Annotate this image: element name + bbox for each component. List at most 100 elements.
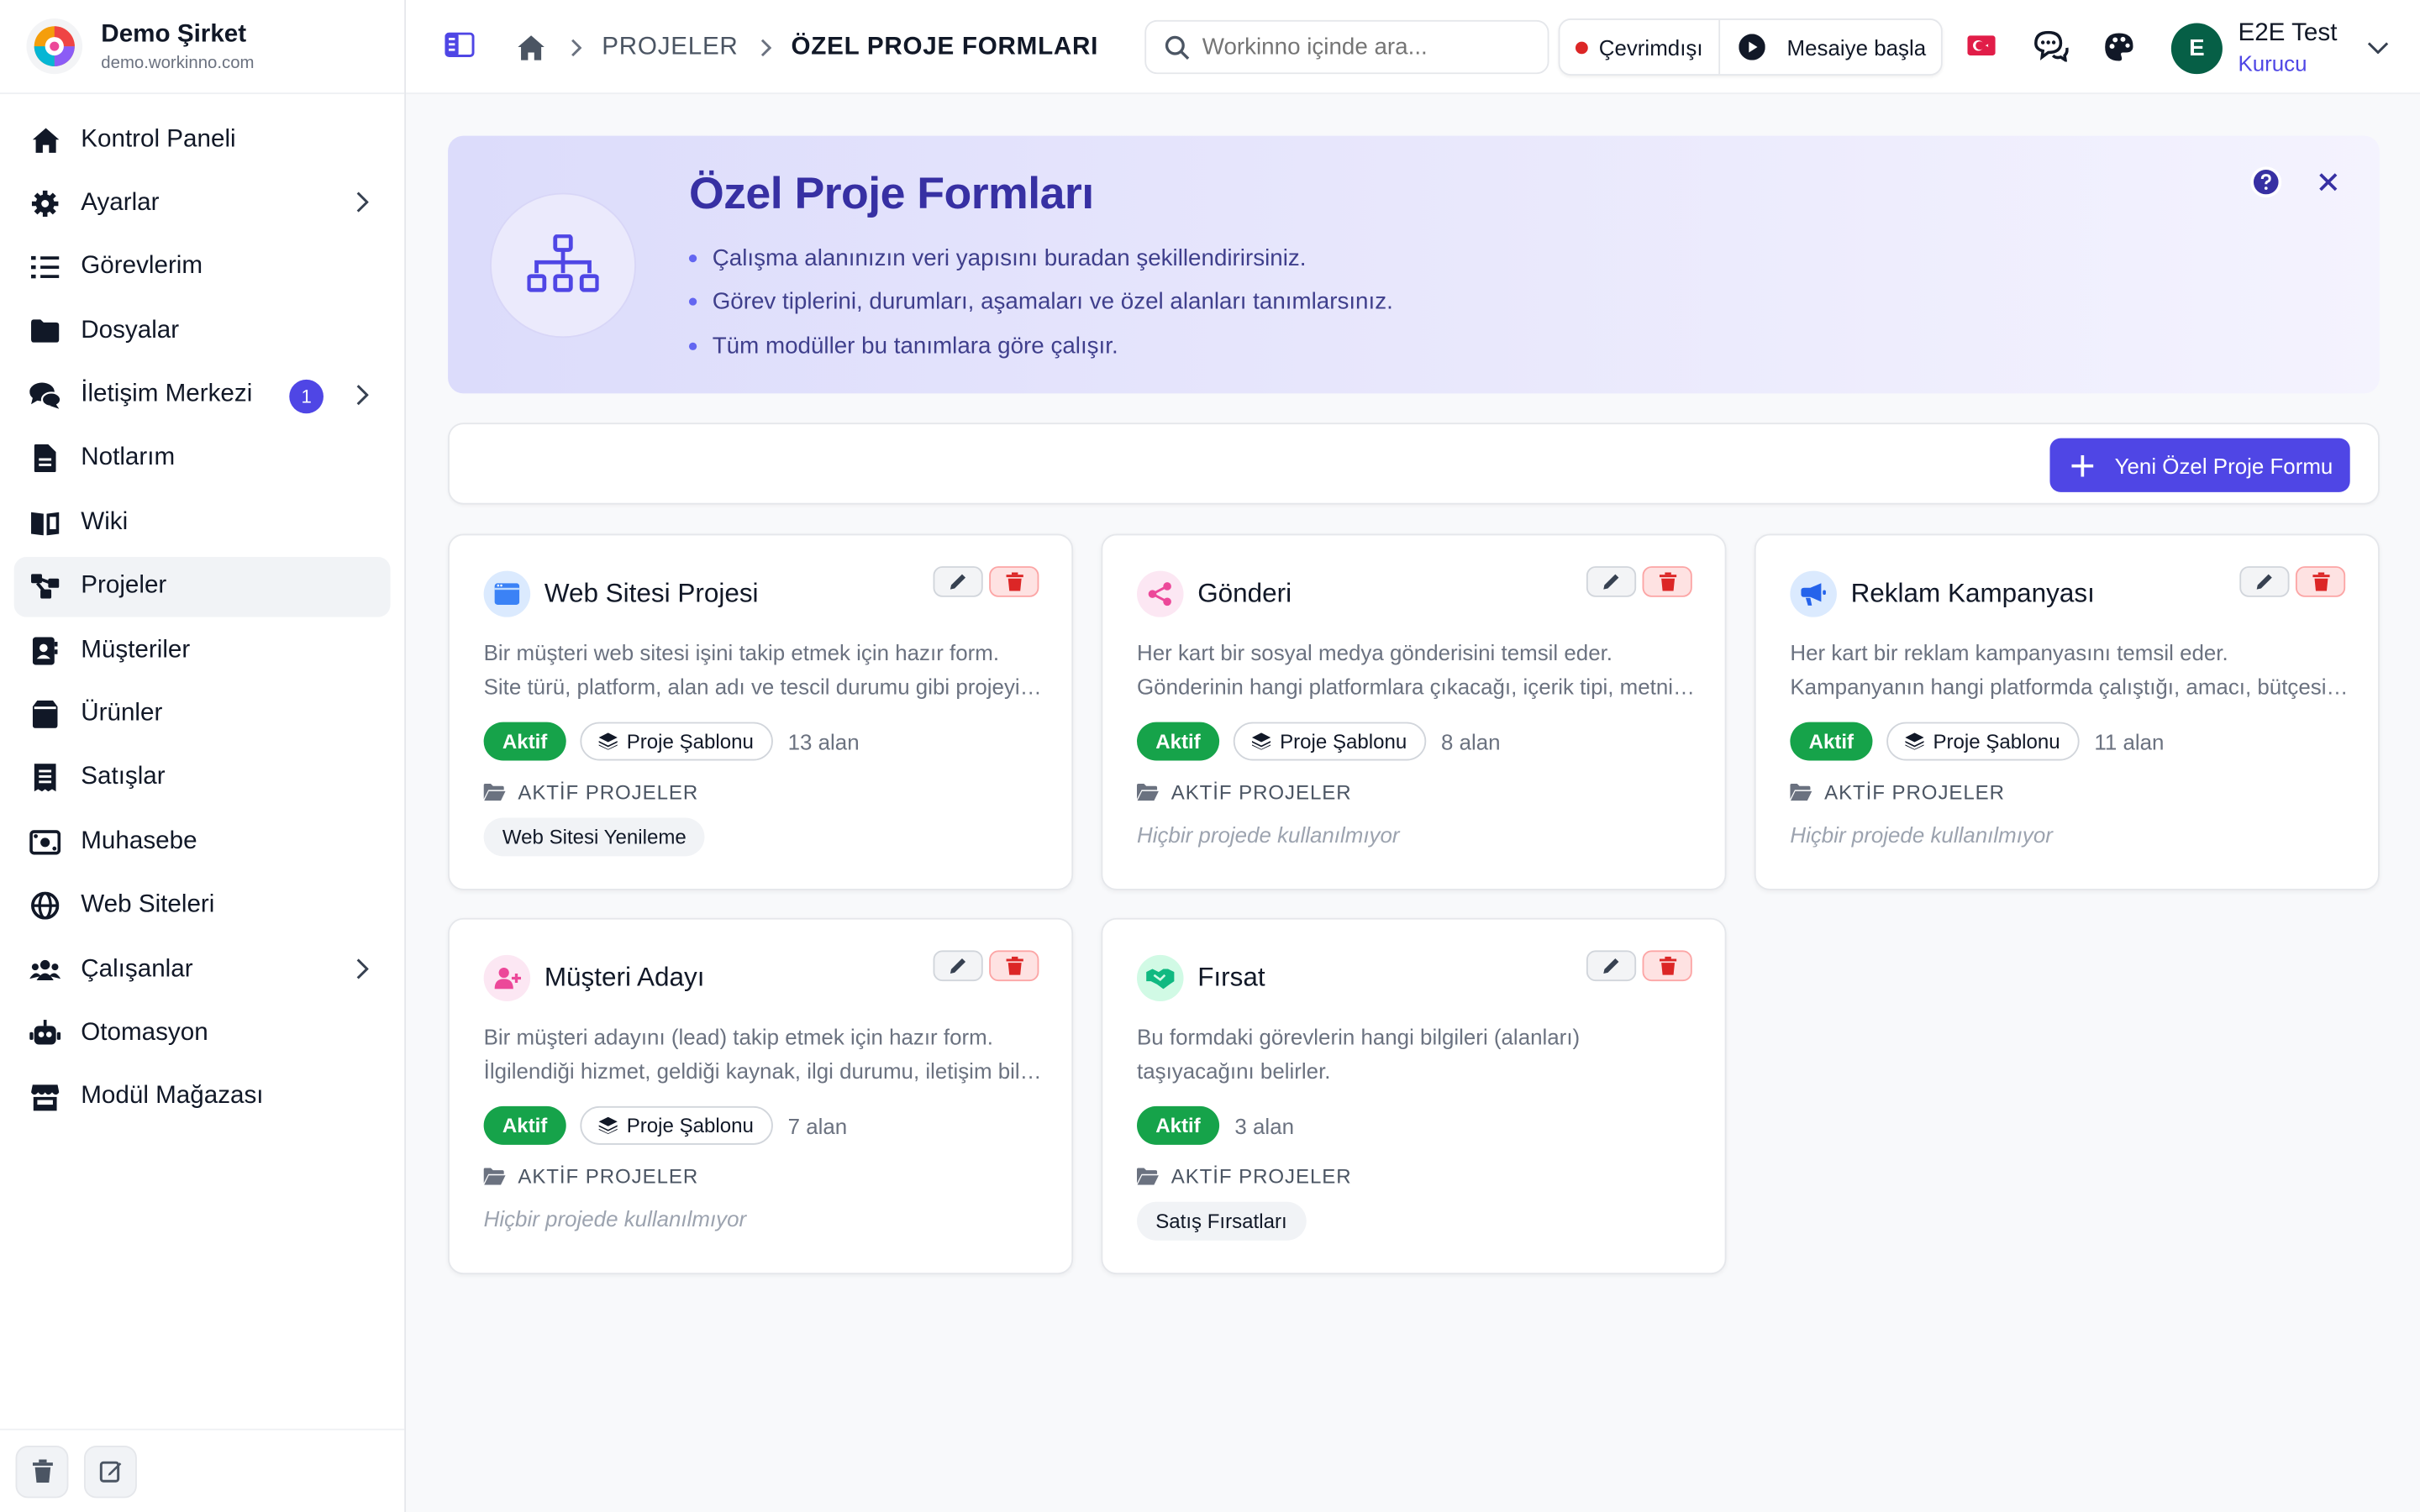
folder-icon [29, 316, 60, 347]
form-card[interactable]: Fırsat Bu formdaki görevlerin hangi bilg… [1101, 917, 1727, 1275]
sidebar-item-iletisim-merkezi[interactable]: İletişim Merkezi 1 [14, 365, 391, 425]
breadcrumb-projeler[interactable]: PROJELER [602, 34, 738, 61]
active-projects-label: AKTİF PROJELER [1171, 1164, 1352, 1189]
new-form-button[interactable]: Yeni Özel Proje Formu [2049, 438, 2350, 492]
close-banner-button[interactable] [2312, 166, 2344, 197]
language-flag-button[interactable] [1967, 35, 1996, 56]
status-badge: Aktif [1137, 722, 1219, 761]
search-box[interactable] [1144, 19, 1549, 75]
active-projects-label: AKTİF PROJELER [518, 1164, 699, 1189]
notification-badge: 1 [289, 379, 324, 413]
search-icon [1165, 34, 1190, 60]
edit-button[interactable] [933, 566, 983, 597]
sidebar-item-gorevlerim[interactable]: Görevlerim [14, 237, 391, 297]
form-card[interactable]: Gönderi Her kart bir sosyal medya gönder… [1101, 533, 1727, 890]
banner-bullet: Görev tiplerini, durumları, aşamaları ve… [689, 280, 1393, 323]
sidebar-item-notlarim[interactable]: Notlarım [14, 429, 391, 490]
active-projects-heading: AKTİF PROJELER [1790, 780, 2005, 804]
delete-button[interactable] [989, 566, 1039, 597]
sidebar-item-modul-magazasi[interactable]: Modül Mağazası [14, 1068, 391, 1128]
sidebar-nav: Kontrol Paneli Ayarlar Görevlerim Dosyal… [0, 94, 404, 1147]
user-menu[interactable]: E E2E Test Kurucu [2170, 19, 2389, 76]
delete-button[interactable] [1642, 566, 1692, 597]
sidebar-item-label: Otomasyon [81, 1020, 208, 1047]
sidebar-item-projeler[interactable]: Projeler [13, 556, 391, 617]
handshake-icon [1137, 954, 1184, 1002]
book-icon [29, 507, 60, 538]
card-description-line: İlgilendiği hizmet, geldiği kaynak, ilgi… [483, 1058, 1044, 1084]
brand-header[interactable]: Demo Şirket demo.workinno.com [0, 0, 405, 95]
sidebar-item-label: Web Siteleri [81, 891, 215, 919]
project-chip[interactable]: Satış Fırsatları [1137, 1201, 1306, 1241]
trash-button[interactable] [15, 1445, 69, 1498]
home-breadcrumb-link[interactable] [516, 34, 545, 61]
offline-status-button[interactable]: Çevrimdışı [1560, 20, 1718, 74]
folder-open-icon [483, 1168, 506, 1185]
chevron-right-icon [356, 958, 369, 988]
trash-icon [2312, 572, 2329, 591]
sidebar-item-ayarlar[interactable]: Ayarlar [14, 173, 391, 234]
sidebar-item-muhasebe[interactable]: Muhasebe [14, 812, 391, 873]
card-meta: Aktif Proje Şablonu 13 alan [483, 722, 860, 761]
form-card[interactable]: Reklam Kampanyası Her kart bir reklam ka… [1754, 533, 2380, 890]
sidebar-footer [0, 1428, 405, 1512]
trash-icon [1658, 956, 1676, 975]
sidebar-item-urunler[interactable]: Ürünler [14, 685, 391, 745]
sidebar-item-label: Müşteriler [81, 636, 191, 664]
messages-button[interactable] [2034, 30, 2069, 62]
sidebar-item-wiki[interactable]: Wiki [14, 493, 391, 554]
topbar: PROJELER ÖZEL PROJE FORMLARI Çevrimdışı … [406, 0, 2420, 95]
search-input[interactable] [1202, 34, 1529, 60]
banner-bullets: Çalışma alanınızın veri yapısını buradan… [689, 236, 1393, 368]
sidebar-item-satislar[interactable]: Satışlar [14, 748, 391, 809]
form-card[interactable]: Müşteri Adayı Bir müşteri adayını (lead)… [448, 917, 1074, 1275]
template-badge-label: Proje Şablonu [626, 1114, 754, 1137]
field-count: 13 alan [787, 728, 860, 754]
folder-open-icon [483, 784, 506, 801]
sidebar-item-calisanlar[interactable]: Çalışanlar [14, 940, 391, 1000]
card-title: Müşteri Adayı [544, 963, 705, 992]
sitemap-icon [527, 234, 599, 292]
toggle-sidebar-button[interactable] [445, 32, 475, 57]
sidebar-item-musteriler[interactable]: Müşteriler [14, 621, 391, 681]
card-description-line: Her kart bir reklam kampanyasını temsil … [1790, 640, 2228, 665]
sidebar-item-label: Projeler [81, 572, 167, 600]
active-projects-heading: AKTİF PROJELER [1137, 780, 1352, 804]
close-icon [2319, 173, 2338, 192]
edit-button[interactable] [1586, 950, 1637, 982]
edit-sidebar-button[interactable] [83, 1445, 137, 1498]
chevron-right-icon [356, 192, 369, 221]
delete-button[interactable] [2295, 566, 2346, 597]
user-name: E2E Test [2238, 19, 2338, 47]
card-actions [1586, 950, 1692, 982]
edit-button[interactable] [933, 950, 983, 982]
form-card[interactable]: Web Sitesi Projesi Bir müşteri web sites… [448, 533, 1074, 890]
sidebar-item-otomasyon[interactable]: Otomasyon [14, 1004, 391, 1064]
project-icon [29, 571, 60, 602]
active-projects-heading: AKTİF PROJELER [483, 1164, 699, 1189]
delete-button[interactable] [1642, 950, 1692, 982]
sidebar-item-label: Kontrol Paneli [81, 125, 236, 152]
project-chip[interactable]: Web Sitesi Yenileme [483, 817, 705, 857]
trash-icon [1658, 572, 1676, 591]
plus-icon [2070, 454, 2093, 476]
sidebar-item-web-siteleri[interactable]: Web Siteleri [14, 876, 391, 937]
help-button[interactable] [2250, 166, 2282, 198]
new-form-label: Yeni Özel Proje Formu [2114, 453, 2333, 478]
sidebar-item-label: Satışlar [81, 764, 166, 791]
status-dot-icon [1575, 40, 1588, 54]
user-plus-icon [483, 954, 531, 1002]
start-shift-button[interactable]: Mesaiye başla [1720, 20, 1942, 74]
browser-window-icon [483, 570, 531, 617]
folder-open-icon [1790, 784, 1812, 801]
theme-button[interactable] [2104, 33, 2133, 62]
pencil-icon [2256, 574, 2272, 590]
edit-button[interactable] [2239, 566, 2290, 597]
status-badge: Aktif [483, 1105, 566, 1145]
sidebar-item-dosyalar[interactable]: Dosyalar [14, 301, 391, 361]
delete-button[interactable] [989, 950, 1039, 982]
edit-button[interactable] [1586, 566, 1637, 597]
chevron-down-icon [2367, 42, 2389, 55]
sidebar-item-kontrol-paneli[interactable]: Kontrol Paneli [14, 109, 391, 170]
card-meta: Aktif Proje Şablonu 11 alan [1790, 722, 2164, 761]
